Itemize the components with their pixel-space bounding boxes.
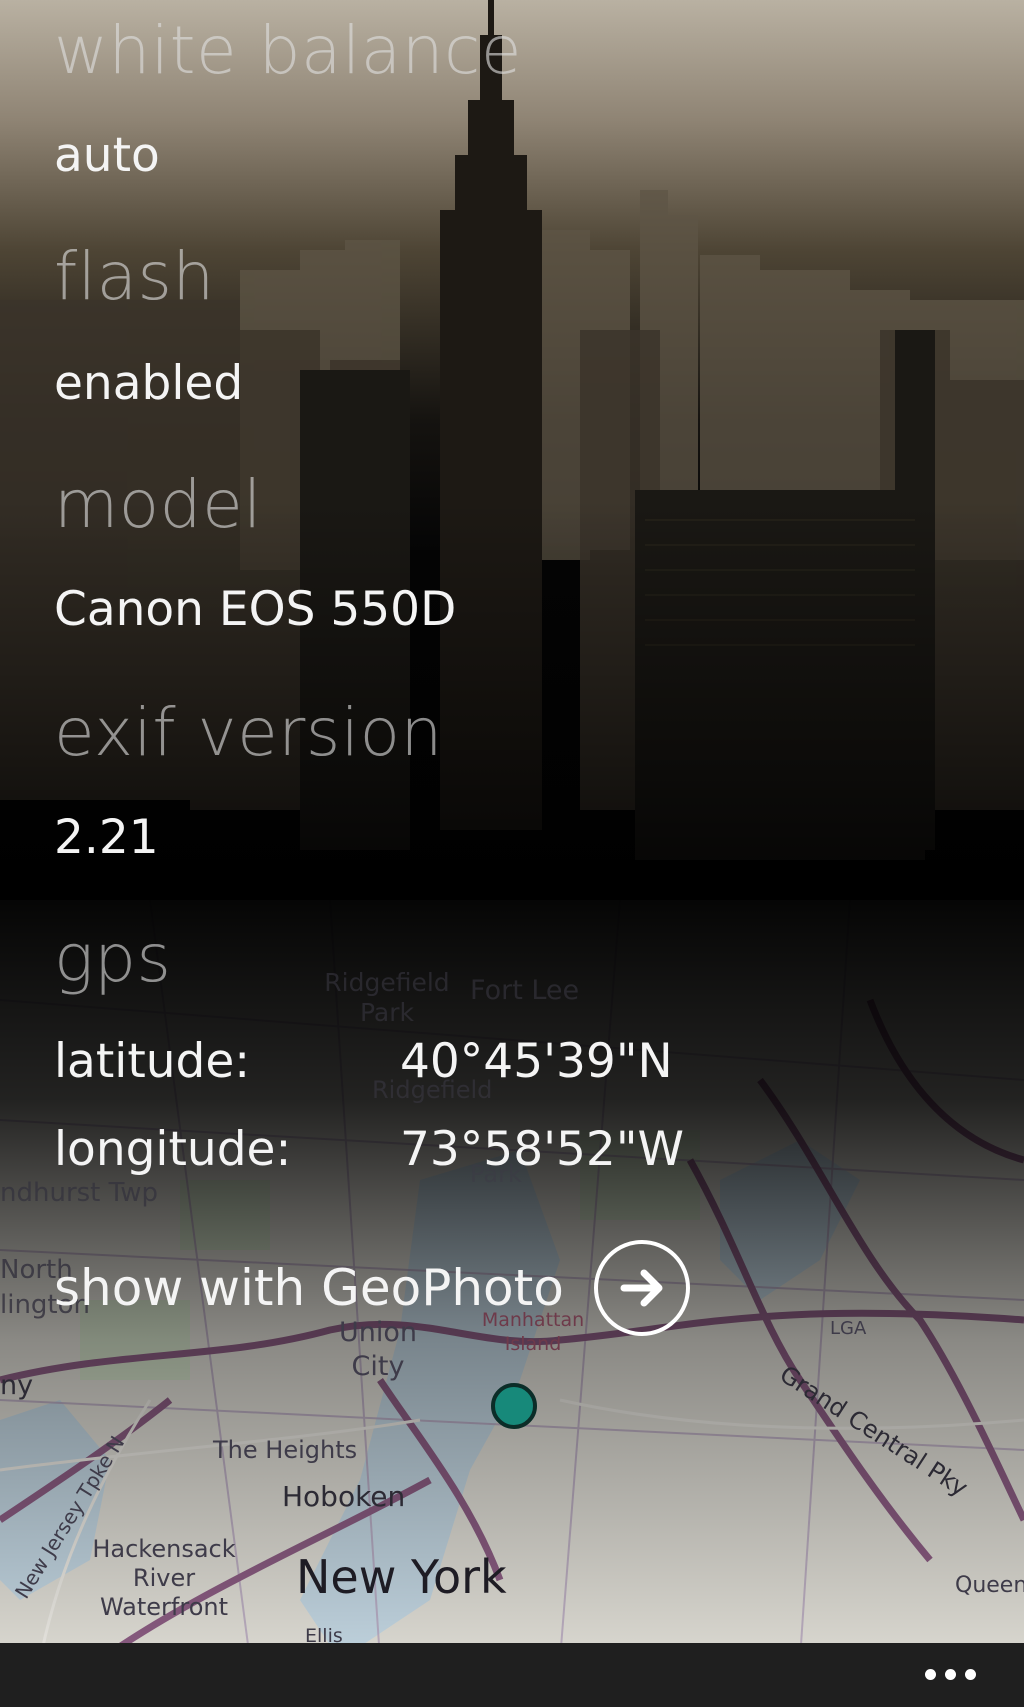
photo-details-screen: Ridgefield Park Fort Lee Ridgefield Park… — [0, 0, 1024, 1707]
model-value: Canon EOS 550D — [54, 582, 457, 637]
longitude-row: longitude: 73°58'52"W — [54, 1122, 754, 1182]
ellipsis-dot — [925, 1669, 936, 1680]
longitude-value: 73°58'52"W — [400, 1122, 684, 1177]
model-heading: model — [54, 466, 263, 543]
map-label-hackensack: Hackensack River Waterfront — [92, 1535, 236, 1621]
map-label-the-heights: The Heights — [213, 1436, 358, 1464]
ellipsis-dot — [945, 1669, 956, 1680]
latitude-label: latitude: — [54, 1034, 251, 1089]
longitude-label: longitude: — [54, 1122, 292, 1177]
flash-value: enabled — [54, 356, 244, 411]
map-label-lyndhurst: ndhurst Twp — [0, 1178, 158, 1208]
white-balance-heading: white balance — [54, 12, 522, 89]
exif-version-value: 2.21 — [54, 810, 159, 865]
arrow-right-circle-icon[interactable] — [593, 1240, 690, 1336]
white-balance-value: auto — [54, 128, 160, 183]
exif-version-heading: exif version — [54, 694, 443, 771]
show-with-geophoto-label: show with GeoPhoto — [54, 1259, 564, 1317]
app-bar — [0, 1643, 1024, 1707]
map-label-lga: LGA — [830, 1318, 867, 1339]
map-label-hoboken: Hoboken — [282, 1480, 406, 1513]
gps-heading: gps — [54, 920, 172, 997]
map-label-new-york: New York — [296, 1550, 507, 1604]
map-label-jersey: ny — [0, 1370, 34, 1401]
map-location-pin — [491, 1383, 537, 1429]
ellipsis-dot — [965, 1669, 976, 1680]
map-label-ridgefield-park: Ridgefield Park — [324, 968, 450, 1027]
latitude-value: 40°45'39"N — [400, 1034, 673, 1089]
ellipsis-icon[interactable] — [925, 1669, 976, 1680]
show-with-geophoto-link[interactable]: show with GeoPhoto — [54, 1240, 690, 1336]
map-label-queens: Queen — [955, 1573, 1024, 1598]
flash-heading: flash — [54, 238, 215, 315]
map-label-fort-lee: Fort Lee — [470, 975, 580, 1006]
latitude-row: latitude: 40°45'39"N — [54, 1034, 754, 1094]
